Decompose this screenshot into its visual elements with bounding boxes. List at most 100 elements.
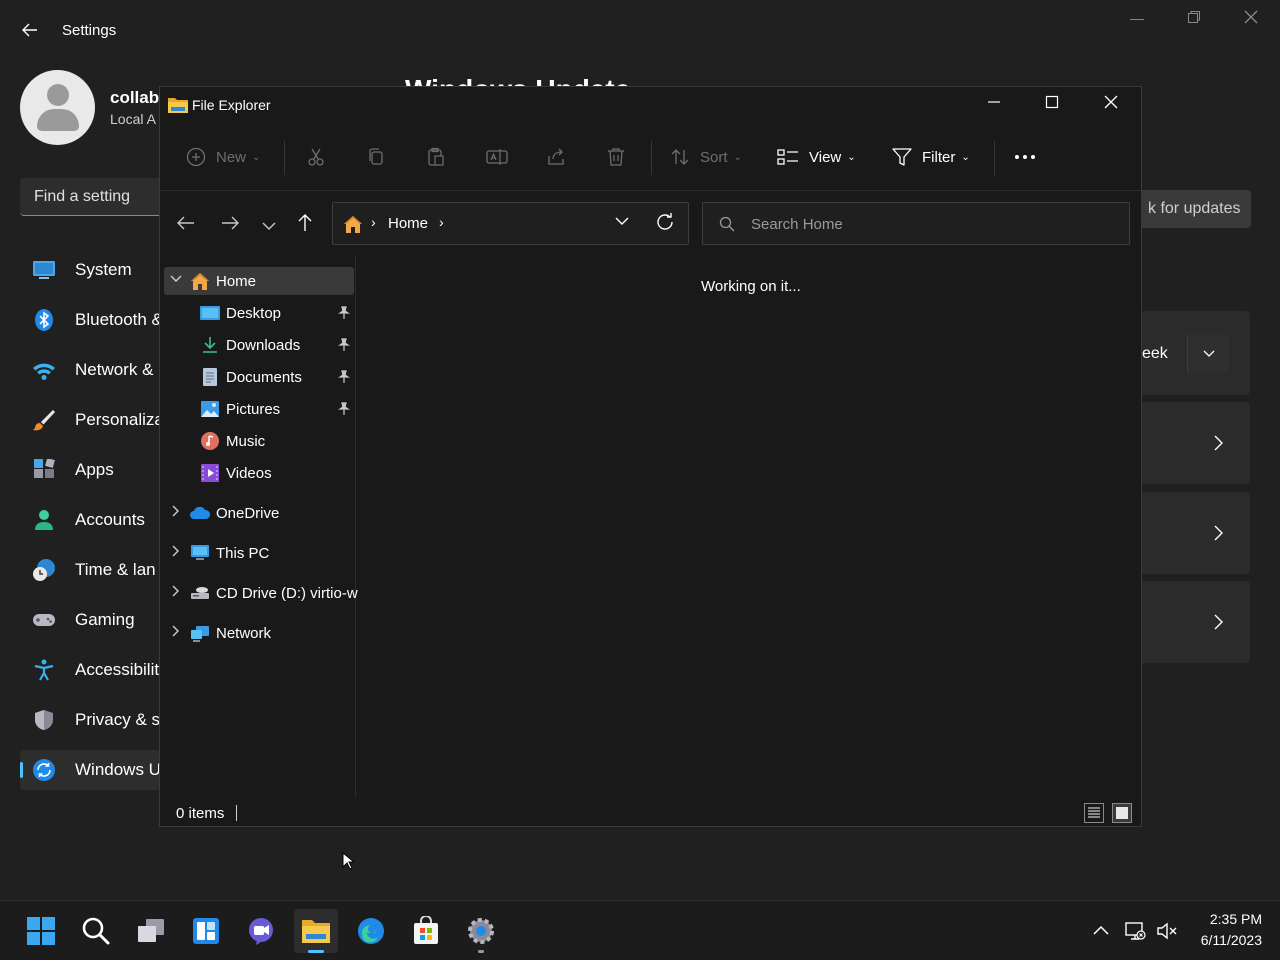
running-indicator — [478, 950, 484, 953]
tree-item-cd-drive[interactable]: CD Drive (D:) virtio-w — [164, 579, 358, 607]
nav-item-system[interactable]: System — [20, 250, 160, 290]
more-options-button[interactable] — [1014, 143, 1036, 171]
back-arrow-icon[interactable] — [20, 20, 40, 40]
details-view-icon — [1088, 807, 1100, 818]
details-view-button[interactable] — [1084, 803, 1104, 823]
taskbar-edge[interactable] — [349, 909, 393, 953]
search-button[interactable] — [74, 909, 118, 953]
nav-item-time-language[interactable]: Time & lan — [20, 550, 160, 590]
arrow-left-icon — [177, 216, 194, 230]
settings-search-placeholder: Find a setting — [34, 188, 131, 205]
clock-icon — [33, 559, 55, 581]
home-icon — [191, 273, 209, 290]
chevron-down-icon[interactable] — [170, 273, 182, 287]
windows-logo-icon — [27, 917, 55, 945]
tree-item-desktop[interactable]: Desktop — [164, 299, 354, 327]
divider — [994, 141, 995, 175]
nav-item-accounts[interactable]: Accounts — [20, 500, 160, 540]
tree-item-music[interactable]: Music — [164, 427, 354, 455]
tree-item-pictures[interactable]: Pictures — [164, 395, 354, 423]
chevron-right-icon[interactable] — [170, 625, 182, 640]
pin-icon[interactable] — [338, 306, 350, 320]
widgets-button[interactable] — [184, 909, 228, 953]
settings-card[interactable] — [1130, 492, 1250, 574]
chevron-right-icon[interactable] — [170, 545, 182, 560]
nav-item-gaming[interactable]: Gaming — [20, 600, 160, 640]
tree-item-downloads[interactable]: Downloads — [164, 331, 354, 359]
volume-button[interactable] — [1155, 919, 1179, 943]
up-button[interactable] — [293, 213, 317, 237]
gamepad-icon — [33, 614, 55, 626]
address-history-dropdown[interactable] — [615, 213, 629, 229]
recent-locations-button[interactable] — [257, 213, 281, 237]
back-button[interactable] — [174, 213, 198, 237]
tree-item-videos[interactable]: Videos — [164, 459, 354, 487]
share-button[interactable] — [546, 143, 566, 171]
tree-item-documents[interactable]: Documents — [164, 363, 354, 391]
sort-icon — [671, 149, 689, 165]
close-icon[interactable] — [1231, 10, 1271, 30]
accessibility-icon — [34, 659, 54, 681]
settings-card[interactable] — [1130, 402, 1250, 484]
nav-item-bluetooth[interactable]: Bluetooth & — [20, 300, 163, 340]
nav-item-windows-update[interactable]: Windows U — [20, 750, 161, 790]
cut-button[interactable] — [306, 143, 326, 171]
pin-icon[interactable] — [338, 402, 350, 416]
task-view-button[interactable] — [129, 909, 173, 953]
rename-button[interactable] — [486, 143, 508, 171]
copy-button[interactable] — [366, 143, 386, 171]
address-bar[interactable]: › Home › — [332, 202, 689, 245]
pin-icon[interactable] — [338, 370, 350, 384]
check-for-updates-button[interactable]: k for updates — [1130, 190, 1251, 228]
breadcrumb-separator[interactable]: › — [439, 214, 444, 230]
network-status-button[interactable] — [1123, 919, 1147, 943]
paste-button[interactable] — [426, 143, 446, 171]
search-input[interactable] — [751, 214, 1111, 234]
nav-item-privacy[interactable]: Privacy & s — [20, 700, 160, 740]
explorer-titlebar[interactable]: File Explorer — [160, 87, 1141, 123]
chevron-right-icon[interactable] — [170, 505, 182, 520]
forward-button[interactable] — [218, 213, 242, 237]
sort-button[interactable]: Sort ⌄ — [670, 143, 742, 171]
delete-button[interactable] — [606, 143, 626, 171]
tree-item-this-pc[interactable]: This PC — [164, 539, 354, 567]
settings-card[interactable] — [1130, 581, 1250, 663]
show-hidden-icons-button[interactable] — [1089, 919, 1113, 943]
nav-item-accessibility[interactable]: Accessibilit — [20, 650, 160, 690]
start-button[interactable] — [19, 909, 63, 953]
refresh-icon[interactable] — [655, 212, 675, 237]
breadcrumb-home[interactable]: Home — [388, 215, 428, 232]
tiles-view-button[interactable] — [1112, 803, 1132, 823]
content-pane[interactable]: Working on it... — [357, 255, 1141, 797]
tree-item-network[interactable]: Network — [164, 619, 354, 647]
maximize-button[interactable] — [1029, 93, 1075, 117]
nav-item-network[interactable]: Network & — [20, 350, 160, 390]
nav-item-personalization[interactable]: Personaliza — [20, 400, 164, 440]
chat-button[interactable] — [239, 909, 283, 953]
new-button[interactable]: New ⌄ — [186, 143, 260, 171]
close-button[interactable] — [1088, 93, 1134, 117]
mouse-cursor-icon — [342, 852, 354, 870]
nav-item-apps[interactable]: Apps — [20, 450, 160, 490]
tree-item-home[interactable]: Home — [164, 267, 354, 295]
cd-drive-icon — [191, 587, 209, 599]
view-button[interactable]: View ⌄ — [777, 143, 856, 171]
pause-dropdown-button[interactable] — [1187, 335, 1229, 373]
minimize-icon[interactable]: — — [1117, 10, 1157, 30]
taskbar-file-explorer[interactable] — [294, 909, 338, 953]
trash-icon — [608, 148, 624, 166]
clock-date[interactable]: 6/11/2023 — [1190, 932, 1262, 948]
taskbar-store[interactable] — [404, 909, 448, 953]
search-icon — [82, 917, 110, 945]
clock-time[interactable]: 2:35 PM — [1200, 911, 1262, 927]
pin-icon[interactable] — [338, 338, 350, 352]
taskbar-settings[interactable] — [459, 909, 503, 953]
search-box[interactable] — [702, 202, 1130, 245]
chevron-right-icon[interactable] — [170, 585, 182, 600]
restore-icon[interactable] — [1174, 10, 1214, 30]
filter-button[interactable]: Filter ⌄ — [892, 143, 970, 171]
minimize-button[interactable] — [971, 93, 1017, 117]
this-pc-icon — [191, 545, 209, 560]
tree-item-onedrive[interactable]: OneDrive — [164, 499, 354, 527]
settings-search-input[interactable]: Find a setting — [20, 178, 170, 216]
